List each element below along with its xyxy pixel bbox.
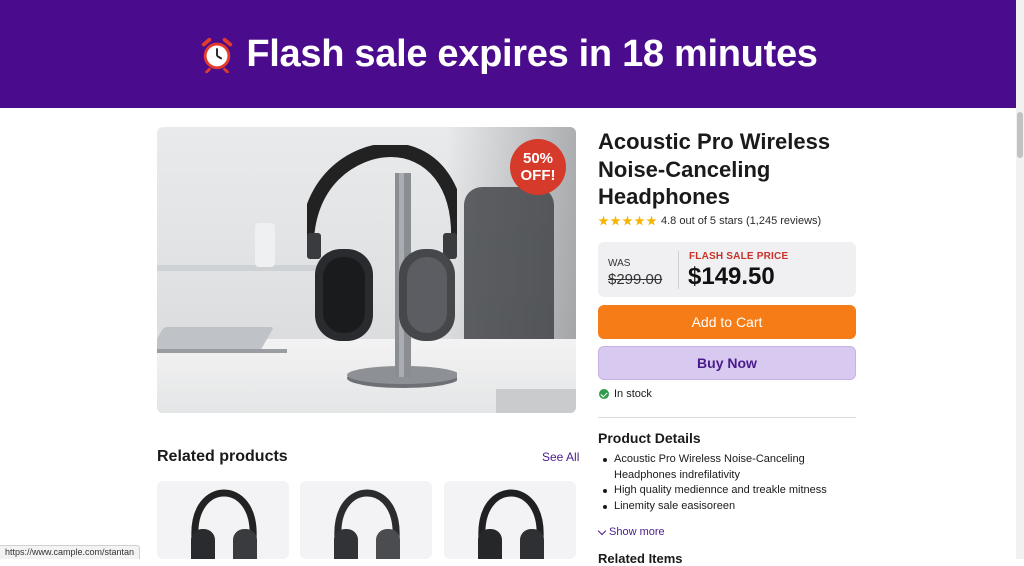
page-scrollbar[interactable] bbox=[1016, 0, 1024, 559]
stock-text: In stock bbox=[614, 388, 652, 400]
headphones-thumbnail bbox=[478, 489, 544, 559]
list-item: Linemity sale easisoreen bbox=[603, 499, 854, 515]
vase bbox=[255, 223, 275, 267]
product-title: Acoustic Pro Wireless Noise-Canceling He… bbox=[598, 129, 831, 209]
product-image[interactable]: 50% OFF! bbox=[157, 127, 576, 413]
laptop-base bbox=[157, 349, 287, 353]
divider bbox=[598, 417, 856, 418]
product-details-list: Acoustic Pro Wireless Noise-Canceling He… bbox=[603, 452, 854, 515]
badge-percent: 50% bbox=[522, 150, 554, 167]
related-product-card[interactable] bbox=[444, 481, 576, 559]
price-box: WAS $299.00 FLASH SALE PRICE $149.50 bbox=[598, 242, 856, 297]
rating[interactable]: 4.8 out of 5 stars (1,245 reviews) bbox=[598, 215, 821, 227]
sale-price: $149.50 bbox=[688, 263, 775, 290]
related-product-card[interactable] bbox=[300, 481, 432, 559]
flash-sale-banner: Flash sale expires in 18 minutes bbox=[0, 0, 1016, 108]
original-price: $299.00 bbox=[608, 271, 663, 288]
headphones-thumbnail bbox=[191, 489, 257, 559]
star-rating-icon bbox=[598, 215, 657, 227]
list-item: High quality mediennce and treakle mitne… bbox=[603, 483, 854, 499]
star-icon bbox=[622, 215, 633, 226]
show-more-label: Show more bbox=[609, 526, 665, 538]
related-products-heading: Related products bbox=[157, 448, 288, 465]
star-icon bbox=[610, 215, 621, 226]
star-icon bbox=[598, 215, 609, 226]
discount-badge: 50% OFF! bbox=[510, 139, 566, 195]
list-item: Acoustic Pro Wireless Noise-Canceling He… bbox=[603, 452, 854, 483]
star-icon bbox=[634, 215, 645, 226]
see-all-link[interactable]: See All bbox=[542, 450, 579, 464]
banner-text: Flash sale expires in 18 minutes bbox=[246, 32, 818, 75]
laptop bbox=[157, 327, 274, 351]
headphones-thumbnail bbox=[334, 489, 400, 559]
was-label: WAS bbox=[608, 258, 631, 269]
badge-off: OFF! bbox=[520, 167, 556, 184]
price-divider bbox=[678, 251, 679, 289]
sale-price-label: FLASH SALE PRICE bbox=[689, 251, 789, 262]
chevron-down-icon bbox=[597, 526, 607, 535]
buy-now-button[interactable]: Buy Now bbox=[598, 346, 856, 380]
check-circle-icon bbox=[599, 389, 609, 399]
headphones-image bbox=[307, 145, 457, 388]
scrollbar-thumb[interactable] bbox=[1017, 112, 1023, 158]
status-bar-url: https://www.cample.com/stantan bbox=[0, 545, 141, 559]
star-icon bbox=[646, 215, 657, 226]
add-to-cart-button[interactable]: Add to Cart bbox=[598, 305, 856, 339]
alarm-clock-icon bbox=[202, 37, 233, 73]
drawers bbox=[496, 389, 576, 413]
product-details-heading: Product Details bbox=[598, 430, 701, 446]
shelf bbox=[157, 265, 317, 271]
related-product-card[interactable] bbox=[157, 481, 289, 559]
show-more-link[interactable]: Show more bbox=[597, 526, 665, 538]
rating-text: 4.8 out of 5 stars (1,245 reviews) bbox=[661, 215, 822, 227]
stock-status: In stock bbox=[599, 388, 652, 400]
